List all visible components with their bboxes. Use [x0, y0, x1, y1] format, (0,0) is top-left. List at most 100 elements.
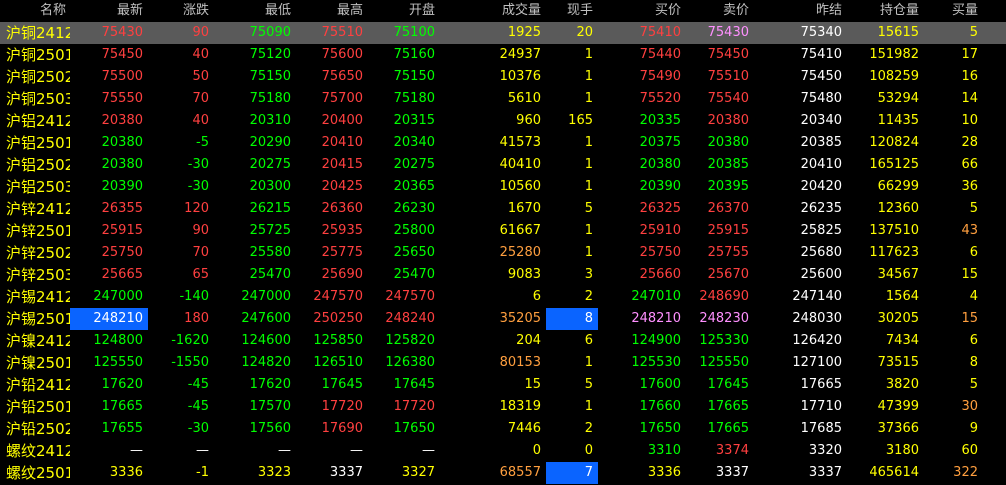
contract-name: 沪铝2502 — [6, 156, 70, 174]
cell-open: 20340 — [393, 135, 435, 150]
cell-low: 17620 — [249, 377, 291, 392]
cell-bid-vol: 30 — [961, 399, 978, 414]
header-prev-close[interactable]: 昨结 — [754, 0, 847, 22]
cell-bid-vol: 60 — [961, 443, 978, 458]
cell-open: 75160 — [393, 47, 435, 62]
cell-high: 17720 — [321, 399, 363, 414]
quote-row[interactable]: 沪锌2412 26355 120 26215 26360 26230 1670 5 26325 2… — [0, 198, 1006, 220]
quote-row[interactable]: 沪铝2412 20380 40 20310 20400 20315 960 165 20335 2… — [0, 110, 1006, 132]
cell-prev-close: 75410 — [800, 47, 842, 62]
cell-volume: 24937 — [499, 47, 541, 62]
quote-row[interactable]: 螺纹2412 — — — — — 0 0 3310 3374 3320 3180 60 30 — [0, 440, 1006, 462]
header-last[interactable]: 最新 — [70, 0, 148, 22]
header-bid[interactable]: 买价 — [598, 0, 686, 22]
contract-name: 沪锌2412 — [6, 200, 70, 218]
cell-bid: 75520 — [639, 91, 681, 106]
cell-ask-vol: 64 — [983, 154, 1006, 176]
cell-ask-vol: 15 — [983, 110, 1006, 132]
cell-bid: 3310 — [647, 443, 681, 458]
header-open[interactable]: 开盘 — [368, 0, 440, 22]
cell-change: 40 — [192, 113, 209, 128]
cell-ask-vol: 30 — [983, 242, 1006, 264]
cell-high: 20410 — [321, 135, 363, 150]
cell-prev-close: 127100 — [792, 355, 842, 370]
cell-high: 17690 — [321, 421, 363, 436]
quote-row[interactable]: 沪锡2501 248210 180 247600 250250 248240 35205 8 2… — [0, 308, 1006, 330]
header-volume[interactable]: 成交量 — [440, 0, 546, 22]
cell-volume: 18319 — [499, 399, 541, 414]
header-ask-vol[interactable]: 卖量 — [983, 0, 1006, 22]
header-current[interactable]: 现手 — [546, 0, 598, 22]
quote-row[interactable]: 沪铜2502 75500 50 75150 75650 75150 10376 1 75490 7… — [0, 66, 1006, 88]
cell-open: 25800 — [393, 223, 435, 238]
cell-last: 20380 — [101, 113, 143, 128]
header-open-interest[interactable]: 持仓量 — [847, 0, 924, 22]
cell-bid: 75410 — [598, 22, 686, 44]
cell-ask-vol: 36 — [983, 132, 1006, 154]
quote-row[interactable]: 沪镍2412 124800 -1620 124600 125850 125820 204 6 1… — [0, 330, 1006, 352]
cell-open: 17650 — [393, 421, 435, 436]
cell-open-interest: 30205 — [877, 311, 919, 326]
cell-ask: 20380 — [707, 113, 749, 128]
cell-ask: 125330 — [699, 333, 749, 348]
quote-row[interactable]: 沪锌2501 25915 90 25725 25935 25800 61667 1 25910 2… — [0, 220, 1006, 242]
quote-row[interactable]: 沪镍2501 125550 -1550 124820 126510 126380 80153… — [0, 352, 1006, 374]
cell-current: 1 — [584, 135, 593, 150]
header-bid-vol[interactable]: 买量 — [924, 0, 983, 22]
contract-name: 沪铝2503 — [6, 178, 70, 196]
quote-row[interactable]: 沪铝2503 20390 -30 20300 20425 20365 10560 1 20390… — [0, 176, 1006, 198]
cell-open-interest: 117623 — [869, 245, 919, 260]
cell-change: -140 — [179, 289, 209, 304]
cell-prev-close: 3320 — [808, 443, 842, 458]
cell-ask: 25755 — [707, 245, 749, 260]
cell-bid-vol: 6 — [969, 333, 978, 348]
cell-open: 25650 — [393, 245, 435, 260]
quote-row[interactable]: 沪铜2412 75430 90 75090 75510 75100 1925 20 75410 7… — [0, 22, 1006, 44]
cell-last: 75500 — [101, 69, 143, 84]
cell-bid: 25910 — [639, 223, 681, 238]
cell-volume: 7446 — [507, 421, 541, 436]
cell-bid: 20335 — [639, 113, 681, 128]
cell-last: 124800 — [93, 333, 143, 348]
quote-row[interactable]: 沪铅2412 17620 -45 17620 17645 17645 15 5 17600 176… — [0, 374, 1006, 396]
cell-ask-vol: 7 — [983, 264, 1006, 286]
quote-row[interactable]: 沪铝2502 20380 -30 20275 20415 20275 40410 1 20380… — [0, 154, 1006, 176]
cell-change: -30 — [187, 179, 209, 194]
quote-row[interactable]: 沪铜2503 75550 70 75180 75700 75180 5610 1 75520 75… — [0, 88, 1006, 110]
quote-row[interactable]: 沪铅2501 17665 -45 17570 17720 17720 18319 1 17660… — [0, 396, 1006, 418]
header-low[interactable]: 最低 — [214, 0, 296, 22]
cell-high: 25935 — [321, 223, 363, 238]
contract-name: 沪镍2412 — [6, 332, 70, 350]
header-ask[interactable]: 卖价 — [686, 0, 754, 22]
cell-bid-vol: 4 — [969, 289, 978, 304]
cell-open-interest: 151982 — [869, 47, 919, 62]
cell-change: 50 — [192, 69, 209, 84]
cell-last: 75550 — [101, 91, 143, 106]
quote-row[interactable]: 沪铅2502 17655 -30 17560 17690 17650 7446 2 17650 1… — [0, 418, 1006, 440]
cell-change: -30 — [187, 157, 209, 172]
cell-prev-close: 75480 — [800, 91, 842, 106]
quote-row[interactable]: 螺纹2501 3336 -1 3323 3337 3327 68557 7 3336 3337 33… — [0, 462, 1006, 484]
cell-high: 75510 — [296, 22, 368, 44]
quote-row[interactable]: 沪铜2501 75450 40 75120 75600 75160 24937 1 75440 7… — [0, 44, 1006, 66]
cell-last: 25750 — [101, 245, 143, 260]
cell-prev-close: 247140 — [792, 289, 842, 304]
quote-row[interactable]: 沪锌2503 25665 65 25470 25690 25470 9083 3 25660 25… — [0, 264, 1006, 286]
header-high[interactable]: 最高 — [296, 0, 368, 22]
cell-open-interest: 3180 — [885, 443, 919, 458]
contract-name: 沪铅2501 — [6, 398, 70, 416]
quote-row[interactable]: 沪锡2412 247000 -140 247000 247570 247570 6 2 2470… — [0, 286, 1006, 308]
cell-volume: 1925 — [440, 22, 546, 44]
quote-row[interactable]: 沪锌2502 25750 70 25580 25775 25650 25280 1 25750 2… — [0, 242, 1006, 264]
cell-high: 75650 — [321, 69, 363, 84]
cell-ask: 75510 — [707, 69, 749, 84]
quote-row[interactable]: 沪铝2501 20380 -5 20290 20410 20340 41573 1 20375 2… — [0, 132, 1006, 154]
contract-name: 沪铜2501 — [6, 46, 70, 64]
cell-bid-vol: 6 — [969, 245, 978, 260]
cell-volume: 204 — [516, 333, 541, 348]
cell-change: 70 — [192, 91, 209, 106]
header-change[interactable]: 涨跌 — [148, 0, 214, 22]
quote-table: 名称 最新 涨跌 最低 最高 开盘 成交量 现手 买价 卖价 昨结 持仓量 买量… — [0, 0, 1006, 484]
contract-name: 沪锌2503 — [6, 266, 70, 284]
header-name[interactable]: 名称 — [0, 0, 70, 22]
